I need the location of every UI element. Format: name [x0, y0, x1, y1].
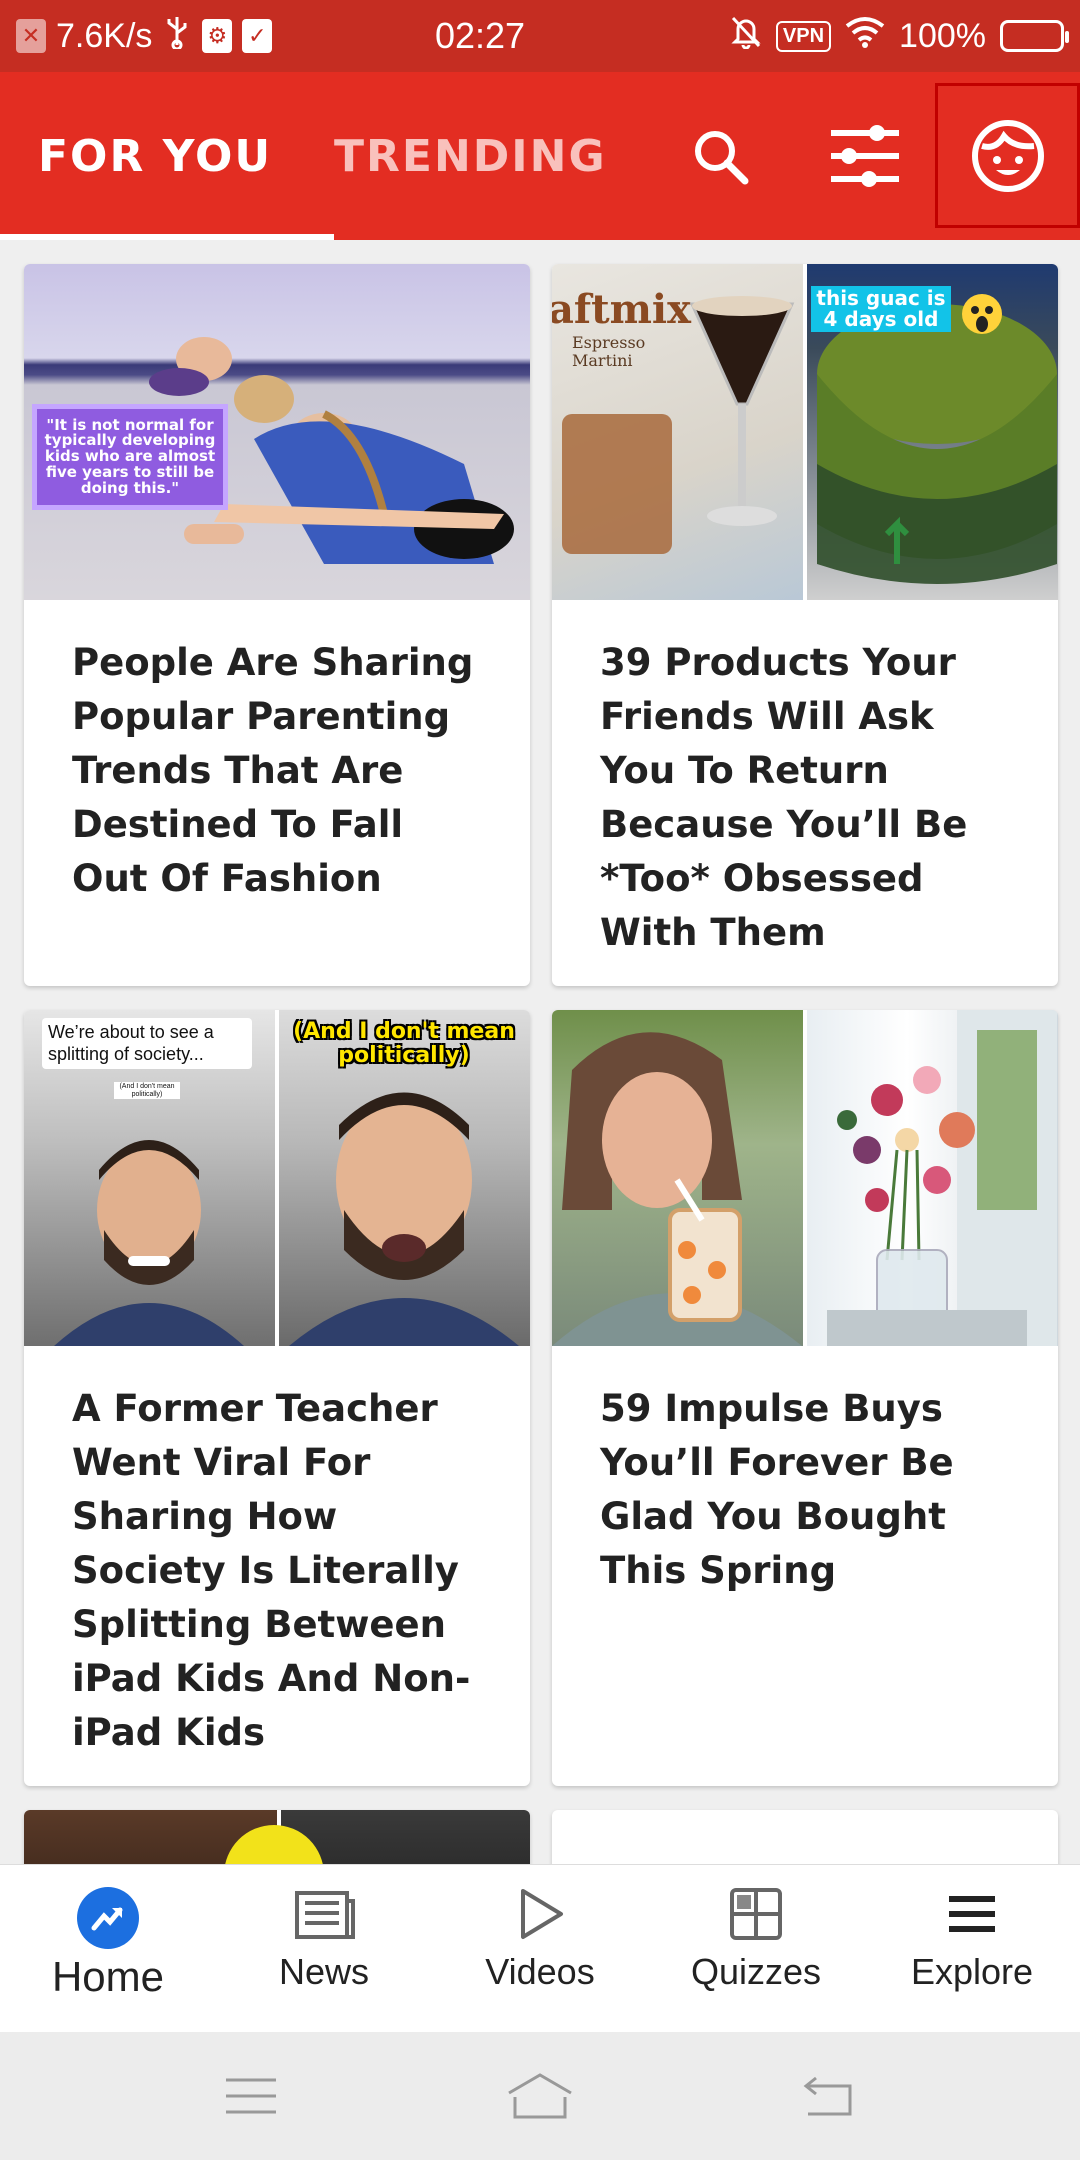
video-caption-left: We’re about to see a splitting of societ… [42, 1018, 252, 1070]
network-speed: 7.6K/s [56, 16, 153, 55]
guac-caption-text: this guac is 4 days old [816, 286, 946, 331]
trending-arrow-icon [77, 1887, 139, 1949]
mute-bell-icon [730, 15, 762, 58]
notification-x-icon: ✕ [16, 19, 46, 53]
quote-caption-text: "It is not normal for typically developi… [44, 415, 216, 497]
wifi-icon [845, 16, 885, 57]
video-caption-right: (And I don't mean politically) [279, 1019, 529, 1069]
woman-drink-photo [552, 1010, 804, 1346]
video-subcaption-left: (And I don't mean politically) [114, 1082, 180, 1100]
partial-photo-left [24, 1810, 324, 1864]
flowers-vase-illustration [826, 1010, 1057, 1346]
woman-drinking-illustration [552, 1032, 802, 1346]
guacamole-photo: this guac is 4 days old [806, 264, 1058, 600]
nav-home-label: Home [51, 1953, 165, 2000]
play-icon [521, 1889, 563, 1939]
profile-button-highlight [935, 83, 1080, 228]
article-title[interactable]: People Are Sharing Popular Parenting Tre… [24, 600, 530, 906]
nav-videos-label: Videos [485, 1951, 595, 1992]
video-caption-left-text: We’re about to see a splitting of societ… [48, 1022, 214, 1064]
article-card[interactable]: aftmix Espresso Martini this guac is 4 d… [552, 264, 1058, 986]
search-button[interactable] [680, 72, 760, 240]
system-nav-bar [0, 2032, 1080, 2160]
tab-for-you[interactable]: FOR YOU [0, 72, 335, 240]
teacher-video-still-right: (And I don't mean politically) [278, 1010, 530, 1346]
video-subcaption-left-text: (And I don't mean politically) [119, 1083, 175, 1098]
espresso-martini-photo: aftmix Espresso Martini [552, 264, 804, 600]
article-card[interactable]: 59 Impulse Buys You’ll Forever Be Glad Y… [552, 1010, 1058, 1786]
nav-quizzes[interactable]: Quizzes [648, 1865, 864, 2032]
app-header: FOR YOU TRENDING [0, 72, 1080, 240]
guac-caption: this guac is 4 days old [810, 286, 951, 332]
vpn-badge: VPN [775, 20, 832, 52]
article-title[interactable]: A Former Teacher Went Viral For Sharing … [24, 1346, 530, 1760]
feed: "It is not normal for typically developi… [0, 240, 1080, 1864]
nav-videos[interactable]: Videos [432, 1865, 648, 2032]
article-thumbnail: "It is not normal for typically developi… [24, 264, 530, 600]
article-thumbnail: aftmix Espresso Martini this guac is 4 d… [552, 264, 1058, 600]
nav-news[interactable]: News [216, 1865, 432, 2032]
nav-explore-label: Explore [910, 1951, 1034, 1992]
battery-percent: 100% [899, 16, 986, 55]
article-title[interactable]: 59 Impulse Buys You’ll Forever Be Glad Y… [552, 1346, 1058, 1598]
article-thumbnail [552, 1010, 1058, 1346]
status-bar: ✕ 7.6K/s ⚙ ✓ 02:27 VPN 100% [0, 0, 1080, 72]
quote-caption: "It is not normal for typically developi… [32, 404, 228, 510]
nav-quizzes-label: Quizzes [690, 1951, 822, 1992]
nav-home[interactable]: Home [0, 1865, 216, 2032]
recent-apps-icon[interactable] [224, 2076, 278, 2116]
home-button-icon[interactable] [505, 2071, 575, 2121]
article-thumbnail: We’re about to see a splitting of societ… [24, 1010, 530, 1346]
menu-icon [949, 1896, 995, 1932]
tab-trending[interactable]: TRENDING [334, 72, 607, 240]
martini-glass-illustration [562, 296, 795, 554]
flower-bouquet-photo [806, 1010, 1058, 1346]
status-time: 02:27 [434, 15, 526, 56]
article-card-partial[interactable] [24, 1810, 530, 1864]
article-card[interactable]: We’re about to see a splitting of societ… [24, 1010, 530, 1786]
article-title[interactable]: 39 Products Your Friends Will Ask You To… [552, 600, 1058, 960]
clipboard-check-icon: ✓ [242, 19, 273, 53]
nav-explore[interactable]: Explore [864, 1865, 1080, 2032]
back-button-icon[interactable] [802, 2074, 856, 2118]
bottom-nav: Home News Videos Quizzes Explore [0, 1864, 1080, 2032]
filter-sliders-icon [831, 125, 899, 187]
article-card[interactable]: "It is not normal for typically developi… [24, 264, 530, 986]
usb-debug-icon: ⚙ [202, 19, 233, 53]
usb-icon [162, 15, 192, 58]
newspaper-icon [295, 1891, 355, 1939]
article-card-partial[interactable] [552, 1810, 1058, 1864]
teacher-video-still-left: We’re about to see a splitting of societ… [24, 1010, 276, 1346]
search-icon [695, 131, 749, 185]
nav-news-label: News [278, 1951, 370, 1992]
battery-icon [1000, 20, 1069, 52]
grid-icon [730, 1888, 782, 1940]
filter-button[interactable] [820, 72, 910, 240]
video-caption-right-text: (And I don't mean politically) [293, 1019, 515, 1069]
article-thumbnail-partial [24, 1810, 530, 1864]
status-right: VPN 100% [644, 15, 1069, 58]
